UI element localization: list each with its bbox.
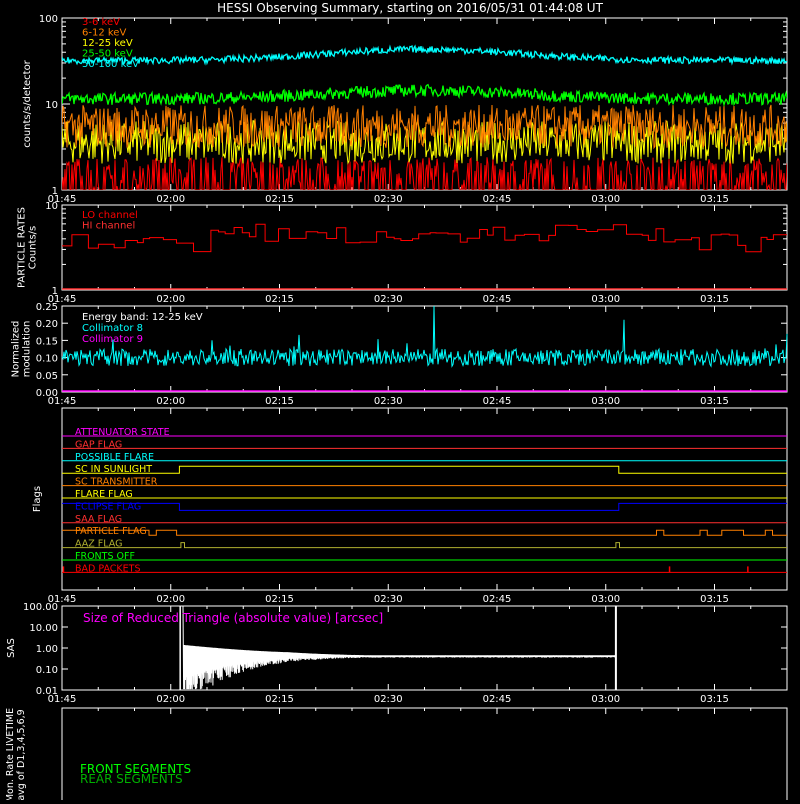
legend-entry: Collimator 9 — [82, 334, 143, 345]
y-axis-label: Normalized modulation — [11, 321, 33, 378]
legend-entry: REAR SEGMENTS — [80, 772, 183, 786]
time-tick-label: 02:15 — [265, 396, 294, 407]
y-axis-label-line: counts/s/detector — [22, 59, 33, 147]
y-tick-label: 10.00 — [29, 623, 58, 634]
time-tick-label: 02:15 — [265, 694, 294, 705]
legend-entry: Collimator 8 — [82, 323, 143, 334]
legend-entry: 25-50 keV — [82, 49, 133, 60]
time-tick-label: 03:15 — [700, 594, 729, 605]
y-axis-label: counts/s/detector — [22, 59, 33, 147]
time-tick-label: 02:45 — [483, 694, 512, 705]
legend-entry: 50-100 keV — [82, 59, 139, 70]
y-axis-label: Mon. Rate LIVETIME avg of D1,3,4,5,6,9 — [5, 708, 27, 802]
time-tick-label: 03:15 — [700, 194, 729, 205]
time-tick-label: 02:00 — [156, 194, 185, 205]
legend-entry: HI channel — [82, 221, 135, 232]
time-tick-label: 02:15 — [265, 194, 294, 205]
y-tick-label: 0.00 — [36, 388, 58, 399]
time-tick-label: 02:15 — [265, 294, 294, 305]
time-tick-label: 02:15 — [265, 594, 294, 605]
y-tick-label: 0.10 — [36, 665, 58, 676]
y-axis-label-line: PARTICLE RATES — [17, 207, 28, 288]
y-axis-label-line: Normalized — [11, 321, 22, 378]
y-tick-label: 0.20 — [36, 319, 58, 330]
y-tick-label: 0.15 — [36, 336, 58, 347]
y-axis-label-line: modulation — [22, 321, 33, 378]
y-axis-label: Flags — [32, 486, 43, 512]
time-tick-label: 02:00 — [156, 694, 185, 705]
time-tick-label: 02:45 — [483, 294, 512, 305]
y-tick-label: 0.10 — [36, 354, 58, 365]
time-tick-label: 03:00 — [591, 294, 620, 305]
legend-entry: 6-12 keV — [82, 28, 126, 39]
time-tick-label: 03:00 — [591, 594, 620, 605]
flag-label: PARTICLE FLAG — [75, 526, 147, 537]
y-tick-label: 100 — [39, 14, 58, 25]
time-tick-label: 02:45 — [483, 396, 512, 407]
y-axis-label: SAS — [6, 638, 17, 658]
time-tick-label: 02:00 — [156, 594, 185, 605]
y-axis-label-line: Counts/s — [28, 226, 39, 270]
y-tick-label: 1 — [52, 186, 58, 197]
time-tick-label: 02:30 — [374, 294, 403, 305]
time-tick-label: 03:15 — [700, 294, 729, 305]
figure-title: HESSI Observing Summary, starting on 201… — [217, 1, 603, 15]
time-tick-label: 02:00 — [156, 396, 185, 407]
time-tick-label: 03:00 — [591, 194, 620, 205]
y-tick-label: 10 — [45, 201, 58, 212]
y-axis-label-line: Flags — [32, 486, 43, 512]
time-tick-label: 02:45 — [483, 594, 512, 605]
y-tick-label: 10 — [45, 100, 58, 111]
time-tick-label: 03:00 — [591, 694, 620, 705]
observing-summary-figure: HESSI Observing Summary, starting on 201… — [0, 0, 800, 803]
sas-annotation: Size of Reduced Triangle (absolute value… — [83, 611, 383, 625]
energy-band-annotation: Energy band: 12-25 keV — [82, 312, 203, 323]
time-tick-label: 02:45 — [483, 194, 512, 205]
y-tick-label: 0.25 — [36, 302, 58, 313]
time-tick-label: 03:15 — [700, 396, 729, 407]
legend-entry: 12-25 keV — [82, 38, 133, 49]
time-tick-label: 02:30 — [374, 194, 403, 205]
y-tick-label: 0.05 — [36, 371, 58, 382]
summary-plot-svg: HESSI Observing Summary, starting on 201… — [0, 0, 800, 803]
y-axis-label-line: SAS — [6, 638, 17, 658]
legend-entry: 3-6 keV — [82, 17, 120, 28]
time-tick-label: 03:00 — [591, 396, 620, 407]
time-tick-label: 02:30 — [374, 396, 403, 407]
time-tick-label: 03:15 — [700, 694, 729, 705]
time-tick-label: 02:30 — [374, 694, 403, 705]
y-axis-label-line: avg of D1,3,4,5,6,9 — [16, 709, 27, 800]
y-tick-label: 100.00 — [23, 602, 58, 613]
y-tick-label: 1.00 — [36, 644, 58, 655]
time-tick-label: 02:00 — [156, 294, 185, 305]
y-axis-label-line: Mon. Rate LIVETIME — [5, 708, 16, 800]
time-tick-label: 02:30 — [374, 594, 403, 605]
legend-entry: LO channel — [82, 210, 138, 221]
y-tick-label: 0.01 — [36, 686, 58, 697]
y-tick-label: 1 — [52, 286, 58, 297]
